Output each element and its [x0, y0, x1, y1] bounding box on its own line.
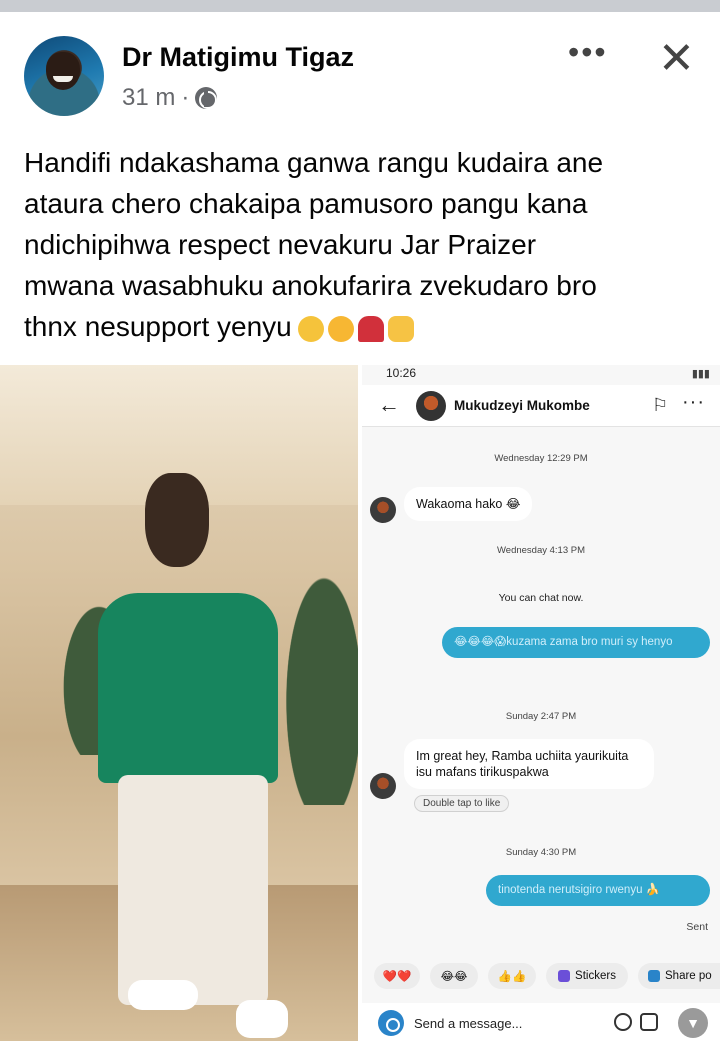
author-name[interactable]: Dr Matigimu Tigaz: [122, 42, 354, 73]
person-head: [145, 473, 209, 567]
stickers-label: Stickers: [575, 970, 616, 982]
clapping-hands-icon: [387, 315, 414, 342]
status-time: 10:26: [386, 366, 417, 380]
message-input[interactable]: [414, 1012, 614, 1034]
crying-face-icon: [297, 315, 324, 342]
incoming-message[interactable]: Wakaoma hako 😂: [404, 487, 533, 521]
back-arrow-icon[interactable]: ←: [378, 392, 400, 418]
globe-icon[interactable]: [195, 87, 218, 109]
chat-screenshot[interactable]: 10:26 ▮▮▮ ← Mukudzeyi Mukombe ⚐ ··· Wedn…: [362, 365, 720, 1041]
chat-header: ← Mukudzeyi Mukombe ⚐ ···: [362, 385, 720, 427]
flag-icon[interactable]: ⚐: [652, 395, 668, 416]
outgoing-message[interactable]: 😂😂😂😱kuzama zama bro muri sy henyo: [442, 627, 710, 658]
reaction-thumbs-button[interactable]: 👍👍: [488, 963, 536, 989]
gallery-icon[interactable]: [640, 1013, 658, 1031]
person-pants: [118, 775, 268, 1005]
post-text-line: Handifi ndakashama ganwa rangu kudaira a…: [24, 147, 604, 178]
share-button[interactable]: Share po: [638, 963, 720, 989]
contact-name[interactable]: Mukudzeyi Mukombe: [454, 398, 590, 413]
quick-reactions-bar: ❤️❤️ 😂😂 👍👍 Stickers Share po: [362, 961, 720, 991]
double-tap-like-hint: Double tap to like: [414, 795, 510, 812]
incoming-message[interactable]: Im great hey, Ramba uchiita yaurikuita i…: [404, 739, 654, 789]
system-message: You can chat now.: [498, 592, 584, 604]
reaction-laugh-button[interactable]: 😂😂: [430, 963, 478, 989]
chat-more-icon[interactable]: ···: [682, 391, 705, 414]
meta-separator: ·: [181, 84, 190, 111]
contact-avatar-small: [370, 497, 396, 523]
like-hint-label: Double tap to like: [423, 798, 501, 809]
timestamp: Wednesday 4:13 PM: [496, 545, 585, 556]
post-text-line: mwana wasabhuku anokufarira zvekudaro br…: [24, 270, 597, 301]
outgoing-message[interactable]: tinotenda nerutsigiro rwenyu 🍌: [486, 875, 710, 906]
timestamp: Sunday 2:47 PM: [505, 711, 577, 722]
emoji-icon[interactable]: [614, 1013, 632, 1031]
post-photo[interactable]: [0, 365, 358, 1041]
contact-avatar[interactable]: [416, 391, 446, 421]
person-shoe-right: [236, 1000, 288, 1038]
share-icon: [648, 970, 660, 982]
contact-avatar-small: [370, 773, 396, 799]
stickers-button[interactable]: Stickers: [546, 963, 628, 989]
send-icon[interactable]: ▼: [678, 1008, 708, 1038]
status-bar: 10:26 ▮▮▮: [362, 365, 720, 385]
close-button[interactable]: ✕: [658, 34, 695, 84]
dancer-icon: [357, 315, 384, 342]
post-text-line: ndichipihwa respect nevakuru Jar Praizer: [24, 229, 537, 260]
message-composer: ▼: [362, 1003, 720, 1041]
person-shoe-left: [128, 980, 198, 1010]
sent-status: Sent: [686, 921, 708, 933]
signal-icon: ▮▮▮: [691, 368, 710, 380]
camera-icon[interactable]: [378, 1010, 404, 1036]
post-text: Handifi ndakashama ganwa rangu kudaira a…: [24, 142, 704, 347]
emoji-group: [297, 315, 414, 342]
timestamp: Sunday 4:30 PM: [505, 847, 577, 858]
post-text-last-line: thnx nesupport yenyu: [24, 306, 704, 347]
timestamp: Wednesday 12:29 PM: [494, 453, 588, 464]
smiling-face-with-hearts-icon: [327, 315, 354, 342]
sticker-icon: [558, 970, 571, 982]
post-text-line: thnx nesupport yenyu: [24, 311, 292, 342]
person-shirt: [98, 593, 278, 783]
post-text-line: ataura chero chakaipa pamusoro pangu kan…: [24, 188, 588, 219]
post-meta: 31 m ·: [122, 84, 218, 112]
more-options-button[interactable]: •••: [568, 36, 608, 68]
reaction-hearts-button[interactable]: ❤️❤️: [374, 963, 420, 989]
post-header: Dr Matigimu Tigaz 31 m · ••• ✕: [0, 12, 720, 122]
post-time[interactable]: 31 m: [122, 84, 175, 112]
top-separator-bar: [0, 0, 720, 12]
share-label: Share po: [665, 970, 712, 982]
author-avatar[interactable]: [24, 36, 104, 116]
christmas-tree-right: [276, 545, 358, 805]
